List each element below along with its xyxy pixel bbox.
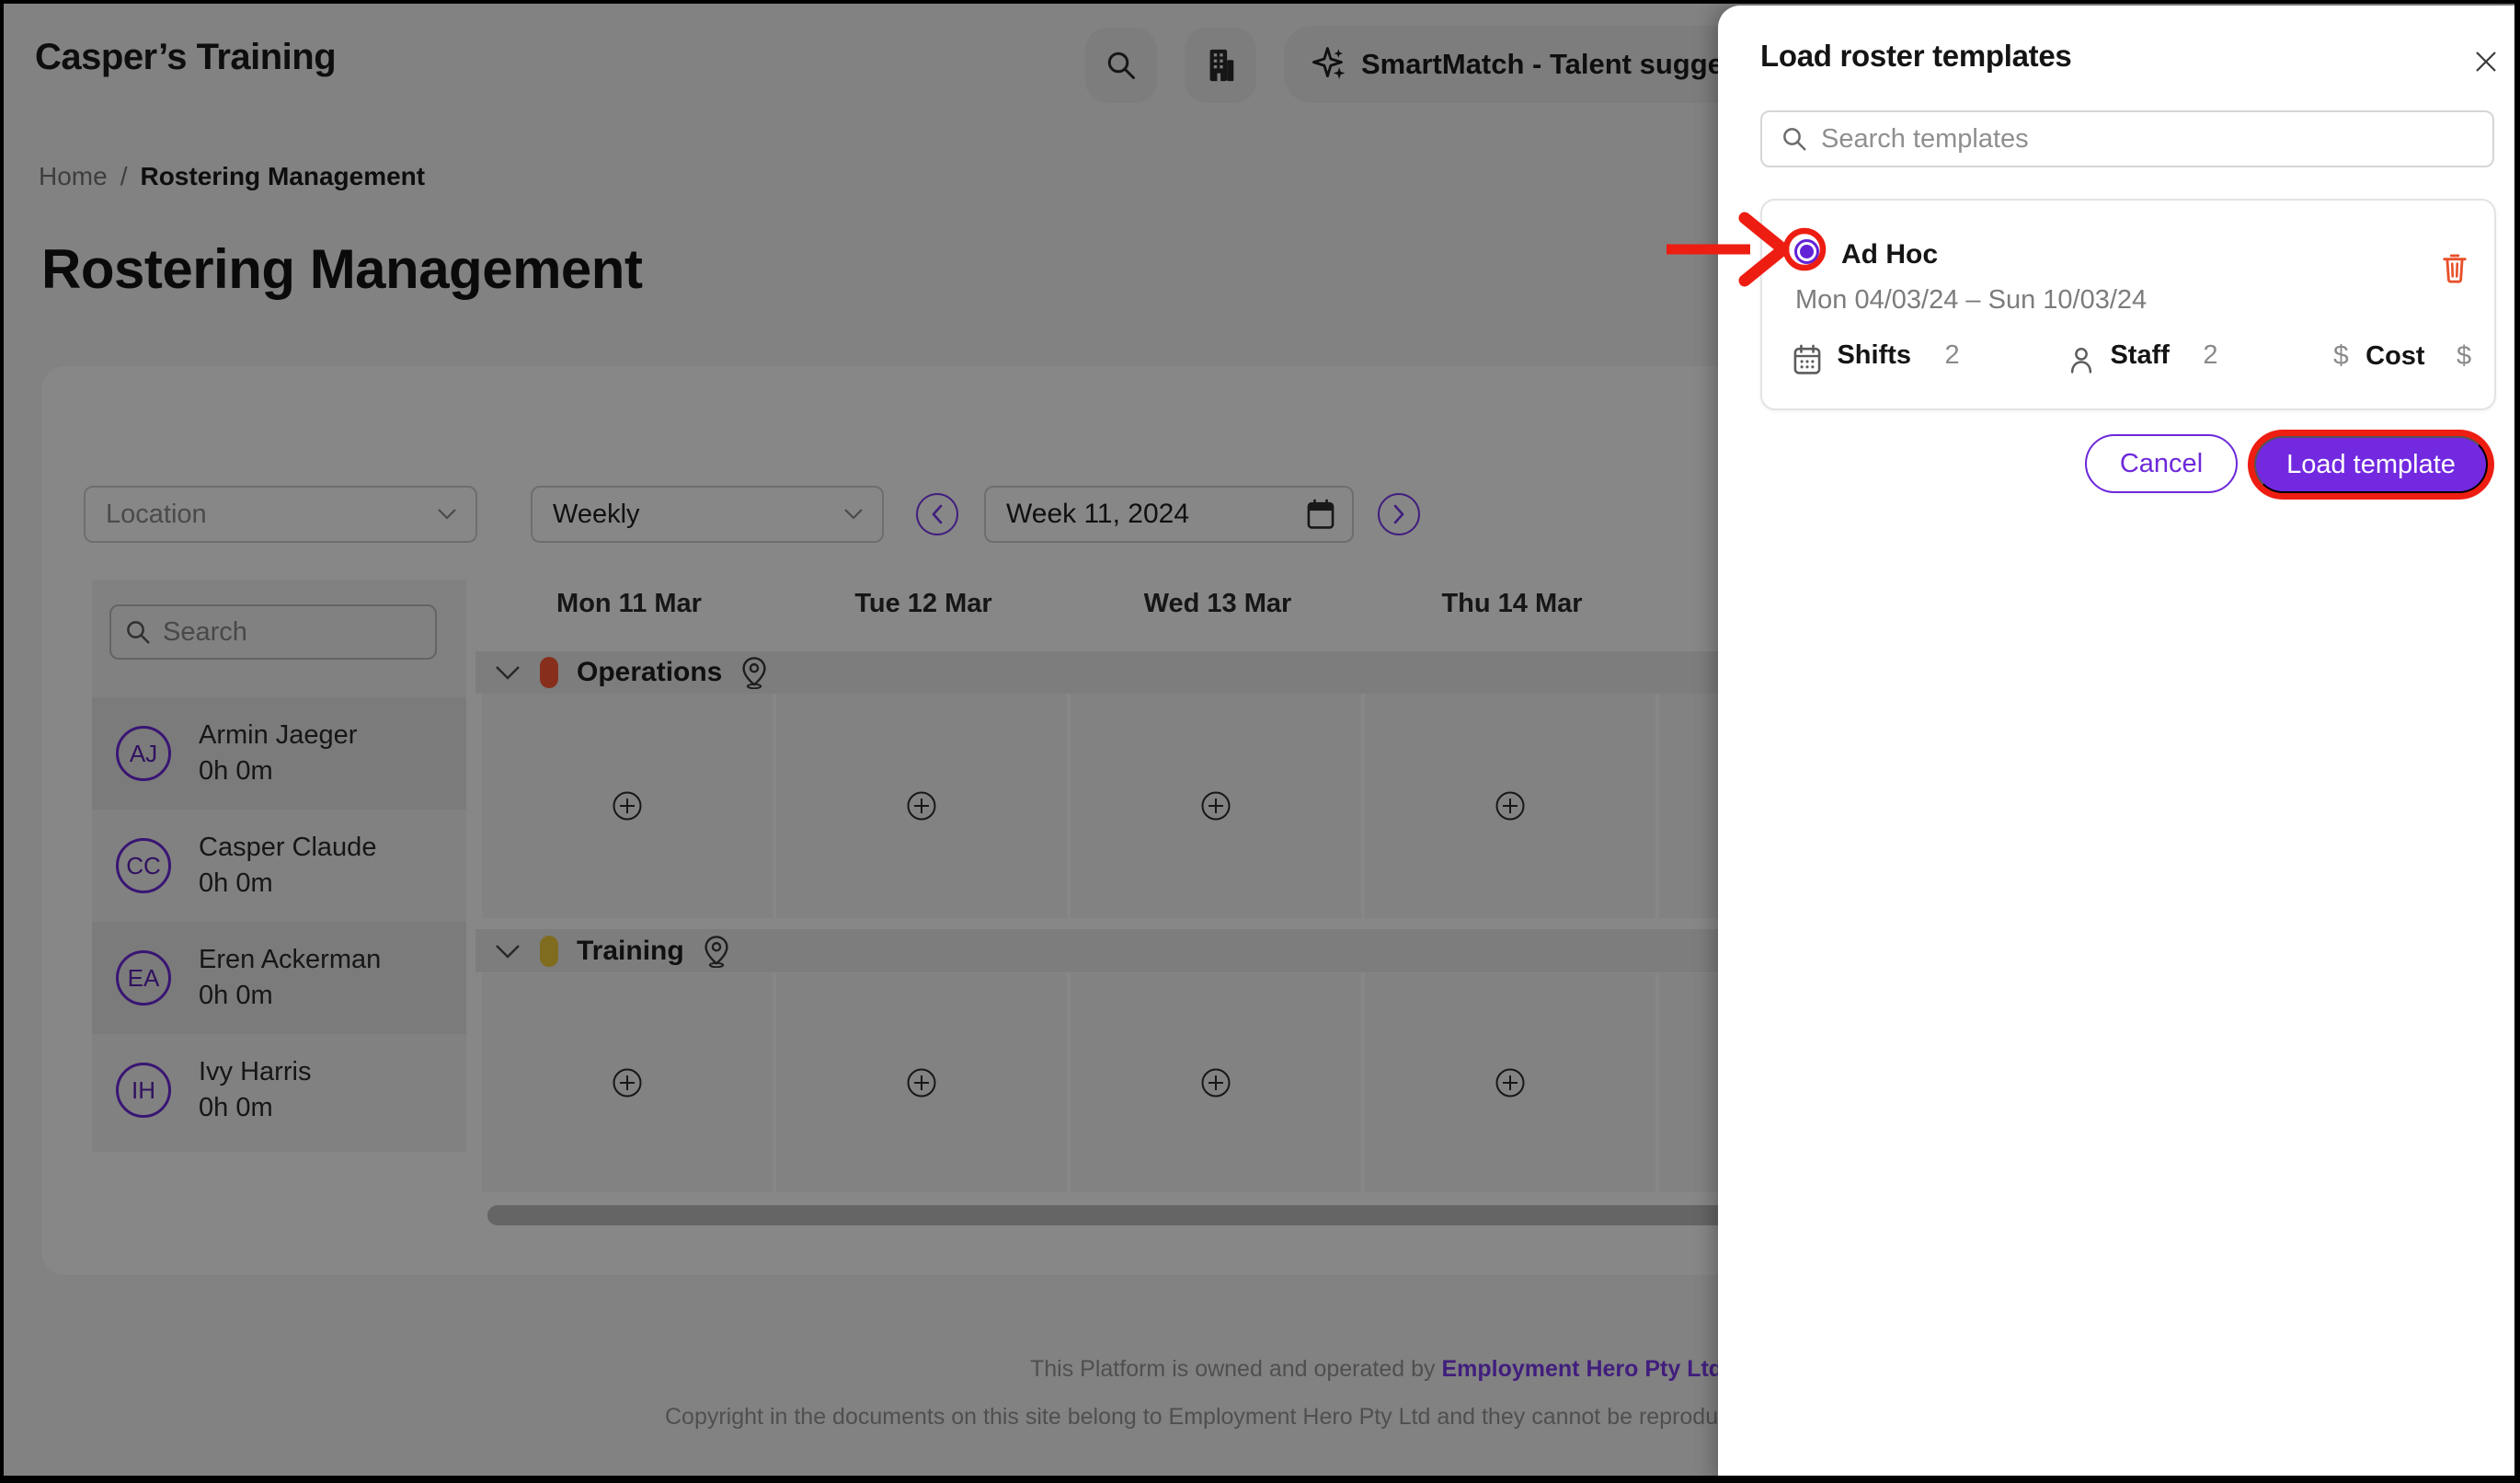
person-icon xyxy=(2068,345,2095,374)
radio-dot xyxy=(1800,245,1814,259)
dollar-icon: $ xyxy=(2333,340,2349,371)
template-search-input[interactable] xyxy=(1821,124,2410,155)
template-date-range: Mon 04/03/24 – Sun 10/03/24 xyxy=(1795,285,2147,316)
trash-icon xyxy=(2441,252,2468,283)
template-card-ad-hoc[interactable]: Ad Hoc Mon 04/03/24 – Sun 10/03/24 Shift… xyxy=(1760,199,2496,410)
shifts-label: Shifts xyxy=(1837,340,1911,370)
close-icon xyxy=(2474,50,2498,74)
load-template-button[interactable]: Load template xyxy=(2254,436,2488,493)
close-button[interactable] xyxy=(2470,46,2502,77)
drawer-title: Load roster templates xyxy=(1760,39,2071,74)
staff-stat: Staff 2 xyxy=(2068,340,2218,374)
template-radio-selected[interactable] xyxy=(1794,239,1819,264)
staff-value: 2 xyxy=(2203,340,2217,370)
search-icon xyxy=(1781,125,1808,153)
staff-label: Staff xyxy=(2110,340,2169,370)
cost-value: $ xyxy=(2457,341,2471,371)
cost-stat: $ Cost $ xyxy=(2333,340,2471,372)
delete-template-button[interactable] xyxy=(2441,252,2468,288)
cost-label: Cost xyxy=(2365,341,2424,371)
shifts-value: 2 xyxy=(1944,340,1959,370)
cancel-button[interactable]: Cancel xyxy=(2085,434,2238,493)
calendar-icon xyxy=(1793,344,1822,375)
load-roster-templates-drawer: Load roster templates Ad Hoc Mon 04/03/2… xyxy=(1718,6,2520,1483)
shifts-stat: Shifts 2 xyxy=(1793,340,1960,375)
template-search-field[interactable] xyxy=(1760,110,2494,167)
template-name: Ad Hoc xyxy=(1841,239,1938,270)
